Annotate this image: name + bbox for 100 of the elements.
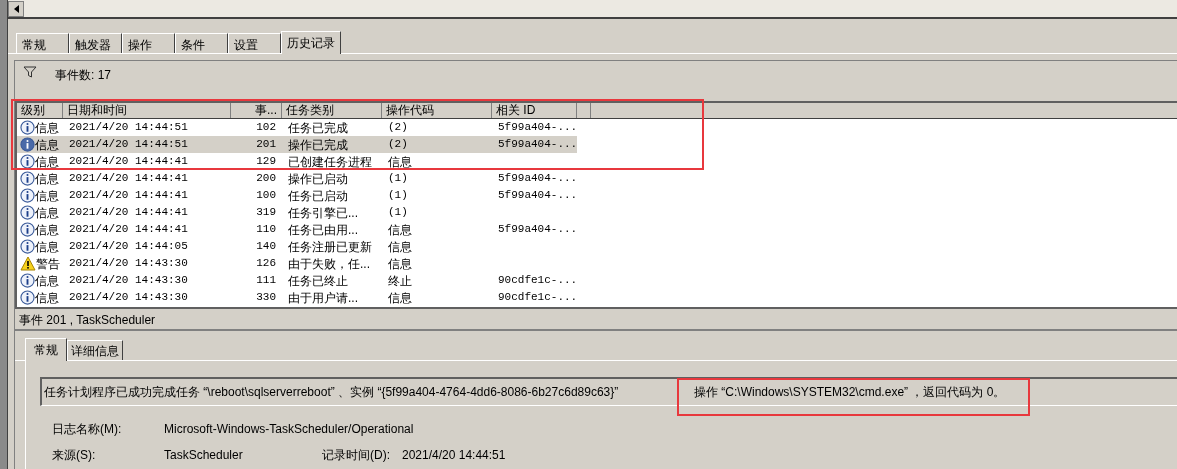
table-row[interactable]: 信息 2021/4/20 14:44:51 201 操作已完成 (2) 5f99a404-...: [17, 136, 577, 153]
table-cell-text: 任务已启动: [288, 187, 348, 205]
table-cell-text: 操作已完成: [288, 136, 348, 154]
table-cell-text: (1): [388, 188, 408, 204]
table-cell-text: 信息: [35, 170, 59, 188]
table-cell-text: 100: [256, 188, 276, 204]
tab[interactable]: 设置: [228, 33, 281, 53]
info-icon: [20, 120, 35, 135]
table-cell-text: 90cdfe1c-...: [498, 273, 578, 289]
info-icon: [20, 171, 35, 186]
table-cell-text: 2021/4/20 14:43:30: [69, 256, 188, 272]
table-cell-text: 2021/4/20 14:44:41: [69, 188, 188, 204]
table-cell-text: 2021/4/20 14:44:41: [69, 154, 188, 170]
column-header[interactable]: 任务类别: [282, 103, 382, 118]
info-icon: [20, 137, 35, 152]
table-cell-text: 终止: [388, 272, 412, 290]
field-value: Microsoft-Windows-TaskScheduler/Operational: [164, 421, 414, 438]
table-cell-text: 330: [256, 290, 276, 306]
table-row[interactable]: 信息 2021/4/20 14:44:41 200 操作已启动 (1) 5f99a404-...: [17, 170, 577, 187]
column-header[interactable]: 日期和时间: [63, 103, 231, 118]
info-icon: [20, 273, 35, 288]
tab[interactable]: 常规: [25, 338, 67, 361]
info-icon: [20, 222, 35, 237]
table-cell-text: 信息: [35, 136, 59, 154]
field-value: 2021/4/20 14:44:51: [402, 447, 506, 464]
table-cell-text: 信息: [388, 153, 412, 171]
table-row[interactable]: 信息 2021/4/20 14:43:30 330 由于用户请... 信息 90cdfe1c-...: [17, 289, 577, 306]
table-cell-text: 由于失败，任...: [288, 255, 370, 273]
field-value: TaskScheduler: [164, 447, 244, 464]
table-cell-text: 任务注册已更新: [288, 238, 372, 256]
table-cell-text: 5f99a404-...: [498, 120, 578, 136]
table-cell-text: 126: [256, 256, 276, 272]
table-cell-text: 由于用户请...: [288, 289, 358, 307]
table-row[interactable]: 信息 2021/4/20 14:43:30 111 任务已终止 终止 90cdfe1c-...: [17, 272, 577, 289]
warning-icon: [20, 256, 36, 271]
table-cell-text: 信息: [35, 272, 59, 290]
table-cell-text: 2021/4/20 14:43:30: [69, 290, 188, 306]
tab[interactable]: 触发器: [69, 33, 122, 53]
left-arrow-icon: [13, 5, 19, 13]
table-row[interactable]: 信息 2021/4/20 14:44:41 110 任务已由用... 信息 5f99a404-...: [17, 221, 577, 238]
table-cell-text: 2021/4/20 14:44:51: [69, 120, 188, 136]
table-cell-text: 200: [256, 171, 276, 187]
table-cell-text: 111: [256, 273, 276, 289]
scroll-left-button[interactable]: [8, 1, 24, 17]
filter-icon[interactable]: [23, 66, 37, 78]
tab[interactable]: 条件: [175, 33, 228, 53]
table-cell-text: 任务已由用...: [288, 221, 358, 239]
field-label: 记录时间(D):: [322, 447, 391, 464]
table-row[interactable]: 信息 2021/4/20 14:44:41 100 任务已启动 (1) 5f99a404-...: [17, 187, 577, 204]
table-cell-text: 信息: [388, 255, 412, 273]
table-cell-text: 140: [256, 239, 276, 255]
table-cell-text: 任务引擎已...: [288, 204, 358, 222]
tab[interactable]: 操作: [122, 33, 175, 53]
column-header[interactable]: 相关 ID: [492, 103, 577, 118]
event-title: 事件 201 , TaskScheduler: [15, 309, 1177, 331]
table-cell-text: 5f99a404-...: [498, 137, 578, 153]
table-cell-text: 102: [256, 120, 276, 136]
info-icon: [20, 154, 35, 169]
info-icon: [20, 239, 35, 254]
table-cell-text: 110: [256, 222, 276, 238]
tab[interactable]: 详细信息: [67, 340, 123, 360]
table-cell-text: 任务已完成: [288, 119, 348, 137]
column-header[interactable]: 操作代码: [382, 103, 492, 118]
table-cell-text: 2021/4/20 14:44:41: [69, 171, 188, 187]
table-cell-text: 319: [256, 205, 276, 221]
table-cell-text: 2021/4/20 14:44:41: [69, 222, 188, 238]
table-cell-text: 2021/4/20 14:44:51: [69, 137, 188, 153]
table-cell-text: 2021/4/20 14:44:05: [69, 239, 188, 255]
tab[interactable]: 常规: [16, 33, 69, 53]
table-cell-text: 5f99a404-...: [498, 222, 578, 238]
table-cell-text: 信息: [35, 204, 59, 222]
field-label: 来源(S):: [52, 447, 97, 464]
table-row[interactable]: 信息 2021/4/20 14:44:51 102 任务已完成 (2) 5f99a404-...: [17, 119, 577, 136]
table-cell-text: (1): [388, 171, 408, 187]
table-cell-text: 操作已启动: [288, 170, 348, 188]
table-cell-text: 5f99a404-...: [498, 171, 578, 187]
column-header[interactable]: 事...: [231, 103, 282, 118]
table-cell-text: 5f99a404-...: [498, 188, 578, 204]
event-count: 事件数: 17: [55, 67, 111, 84]
table-cell-text: 警告: [36, 255, 60, 273]
info-icon: [20, 188, 35, 203]
field-label: 日志名称(M):: [52, 421, 123, 438]
info-icon: [20, 290, 35, 305]
table-cell-text: 信息: [35, 221, 59, 239]
table-cell-text: 任务已终止: [288, 272, 348, 290]
table-cell-text: 201: [256, 137, 276, 153]
table-cell-text: 信息: [35, 289, 59, 307]
table-cell-text: 信息: [35, 119, 59, 137]
table-cell-text: (1): [388, 205, 408, 221]
table-cell-text: 信息: [388, 238, 412, 256]
table-cell-text: 信息: [35, 238, 59, 256]
event-message: 任务计划程序已成功完成任务 “\reboot\sqlserverreboot” 、实例 “{5f99a404-4764-4dd6-8086-6b27c6d89c63}”: [44, 384, 620, 401]
table-cell-text: 信息: [388, 221, 412, 239]
table-cell-text: 信息: [35, 187, 59, 205]
event-message: 操作 “C:\Windows\SYSTEM32\cmd.exe” ，返回代码为 0。: [694, 384, 1006, 401]
table-cell-text: 2021/4/20 14:43:30: [69, 273, 188, 289]
table-cell-text: 129: [256, 154, 276, 170]
table-cell-text: (2): [388, 120, 408, 136]
tab[interactable]: 历史记录: [281, 31, 341, 54]
column-header[interactable]: 级别: [17, 103, 63, 118]
